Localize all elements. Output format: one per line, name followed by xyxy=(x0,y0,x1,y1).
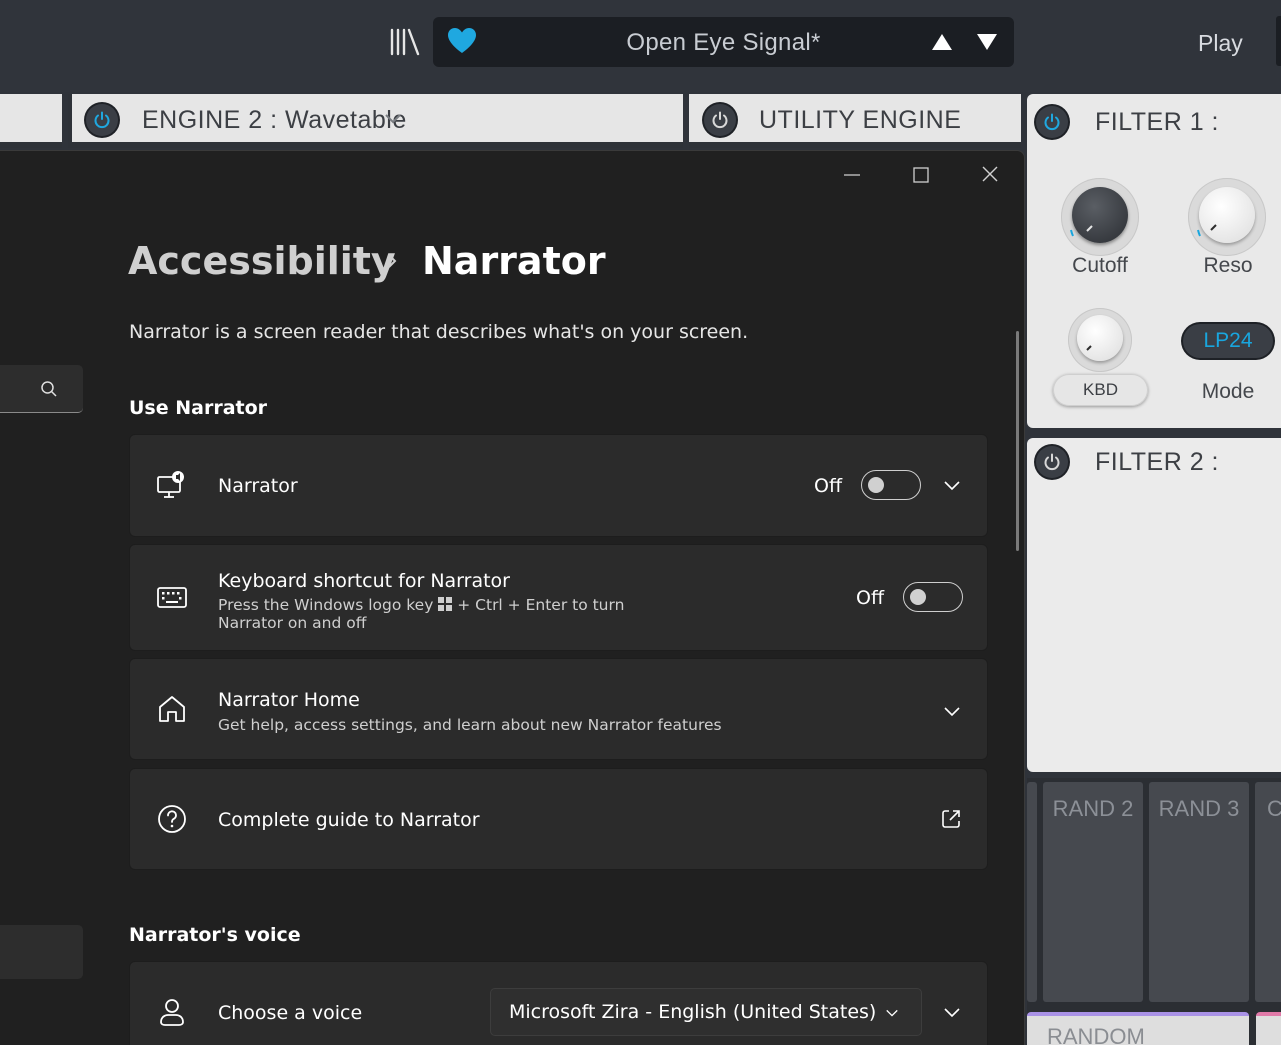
topbar-edge xyxy=(1276,16,1281,66)
rand2-label: RAND 2 xyxy=(1052,796,1134,821)
power-icon xyxy=(712,111,728,129)
shortcut-desc-part2: + Ctrl + Enter to turn xyxy=(457,596,625,614)
keyboard-shortcut-card: Keyboard shortcut for Narrator Press the… xyxy=(129,544,988,651)
kbd-indicator-icon xyxy=(1086,345,1092,351)
page-title: Narrator xyxy=(422,239,606,283)
complete-guide-label: Complete guide to Narrator xyxy=(218,809,480,831)
narrator-card[interactable]: Narrator Off xyxy=(129,434,988,537)
reso-indicator-icon xyxy=(1197,224,1217,237)
use-narrator-heading: Use Narrator xyxy=(129,397,268,419)
narrator-state: Off xyxy=(814,475,843,497)
settings-search-input[interactable] xyxy=(0,365,83,413)
narrators-voice-heading: Narrator's voice xyxy=(129,924,301,946)
power-icon xyxy=(1044,453,1060,471)
page-description: Narrator is a screen reader that describ… xyxy=(129,321,749,343)
narrator-home-label: Narrator Home xyxy=(218,689,360,711)
reso-label: Reso xyxy=(1203,254,1253,277)
filter1-panel: FILTER 1 : Cutoff Reso KBD LP24 Mode xyxy=(1027,94,1281,428)
cutoff-knob[interactable] xyxy=(1061,178,1139,256)
power-icon xyxy=(1044,113,1060,131)
rand4-label: C xyxy=(1267,796,1281,821)
mode-label: Mode xyxy=(1201,380,1255,403)
close-icon[interactable] xyxy=(976,163,1004,187)
scrollbar[interactable] xyxy=(1016,331,1019,551)
voice-select[interactable]: Microsoft Zira - English (United States) xyxy=(490,988,922,1036)
rand2-column[interactable]: RAND 2 xyxy=(1043,782,1143,1002)
settings-window: Accessibility Narrator Narrator is a scr… xyxy=(0,150,1025,1045)
play-tab[interactable]: Play xyxy=(1198,30,1243,57)
nav-item-selected[interactable] xyxy=(0,925,83,979)
chevron-down-icon[interactable] xyxy=(385,114,401,124)
synth-top-bar: Open Eye Signal* Play xyxy=(0,0,1281,92)
rand3-column[interactable]: RAND 3 xyxy=(1149,782,1249,1002)
random-tab[interactable]: RANDOM xyxy=(1027,1012,1249,1045)
open-external-icon[interactable] xyxy=(940,808,962,830)
filter1-power-button[interactable] xyxy=(1036,106,1068,138)
help-icon xyxy=(158,805,186,833)
rand4-column[interactable]: C xyxy=(1255,782,1281,1002)
person-icon xyxy=(160,999,184,1026)
minimize-icon[interactable] xyxy=(838,163,866,187)
rand3-label: RAND 3 xyxy=(1158,796,1240,821)
rand-column[interactable] xyxy=(1027,782,1037,1002)
narrator-home-desc: Get help, access settings, and learn abo… xyxy=(218,716,722,734)
complete-guide-card[interactable]: Complete guide to Narrator xyxy=(129,768,988,870)
breadcrumb-accessibility[interactable]: Accessibility xyxy=(128,239,396,283)
filter2-label: FILTER 2 : xyxy=(1095,448,1220,476)
toggle-thumb xyxy=(868,477,884,493)
chevron-down-icon xyxy=(886,1009,898,1017)
kbd-button[interactable]: KBD xyxy=(1053,374,1148,406)
next-preset-icon[interactable] xyxy=(976,33,998,51)
choose-voice-card[interactable]: Choose a voice Microsoft Zira - English … xyxy=(129,961,988,1045)
keyboard-shortcut-toggle[interactable] xyxy=(903,582,963,612)
kbd-knob[interactable] xyxy=(1068,308,1132,372)
keyboard-shortcut-desc-line2: Narrator on and off xyxy=(218,614,367,632)
narrator-label: Narrator xyxy=(218,475,298,497)
shortcut-desc-part1: Press the Windows logo key xyxy=(218,596,434,614)
utility-power-button[interactable] xyxy=(704,104,736,136)
narrator-toggle[interactable] xyxy=(861,470,921,500)
chevron-down-icon[interactable] xyxy=(942,705,962,719)
maximize-icon[interactable] xyxy=(907,163,935,187)
voice-select-value: Microsoft Zira - English (United States) xyxy=(509,1001,877,1023)
random-label: RANDOM xyxy=(1047,1024,1145,1045)
filter2-panel: FILTER 2 : xyxy=(1027,438,1281,772)
chevron-down-icon[interactable] xyxy=(942,1006,962,1020)
filter-mode-button[interactable]: LP24 xyxy=(1183,324,1273,358)
reso-knob[interactable] xyxy=(1188,178,1266,256)
filter2-power-button[interactable] xyxy=(1036,446,1068,478)
cutoff-label: Cutoff xyxy=(1072,254,1128,277)
toggle-thumb xyxy=(910,589,926,605)
keyboard-icon xyxy=(157,587,187,608)
utility-engine-tab[interactable]: UTILITY ENGINE xyxy=(689,94,1021,148)
choose-voice-label: Choose a voice xyxy=(218,1002,363,1024)
engine2-label: ENGINE 2 : Wavetable xyxy=(142,106,407,134)
keyboard-shortcut-desc: Press the Windows logo key + Ctrl + Ente… xyxy=(218,596,624,614)
engine1-tab[interactable] xyxy=(0,94,62,148)
library-icon[interactable] xyxy=(388,26,422,58)
random-tab-secondary[interactable] xyxy=(1256,1012,1281,1045)
cutoff-indicator-icon xyxy=(1070,225,1093,237)
home-icon xyxy=(159,696,185,722)
engine2-tab[interactable]: ENGINE 2 : Wavetable xyxy=(68,94,683,148)
narrator-home-card[interactable]: Narrator Home Get help, access settings,… xyxy=(129,658,988,760)
preset-name[interactable]: Open Eye Signal* xyxy=(433,29,1014,57)
search-icon[interactable] xyxy=(40,380,58,398)
keyboard-shortcut-label: Keyboard shortcut for Narrator xyxy=(218,570,510,592)
utility-engine-label: UTILITY ENGINE xyxy=(759,106,962,134)
preset-browser[interactable]: Open Eye Signal* xyxy=(433,17,1014,67)
windows-logo-icon xyxy=(438,597,453,611)
power-icon xyxy=(94,111,110,129)
engine2-power-button[interactable] xyxy=(86,104,118,136)
chevron-down-icon[interactable] xyxy=(942,479,962,493)
shortcut-state: Off xyxy=(856,587,885,609)
narrator-icon xyxy=(157,471,184,498)
random-modulation-area: RAND 2 RAND 3 C RANDOM xyxy=(1027,778,1281,1045)
previous-preset-icon[interactable] xyxy=(931,33,953,51)
chevron-right-icon xyxy=(388,254,397,268)
filter1-label: FILTER 1 : xyxy=(1095,108,1220,136)
